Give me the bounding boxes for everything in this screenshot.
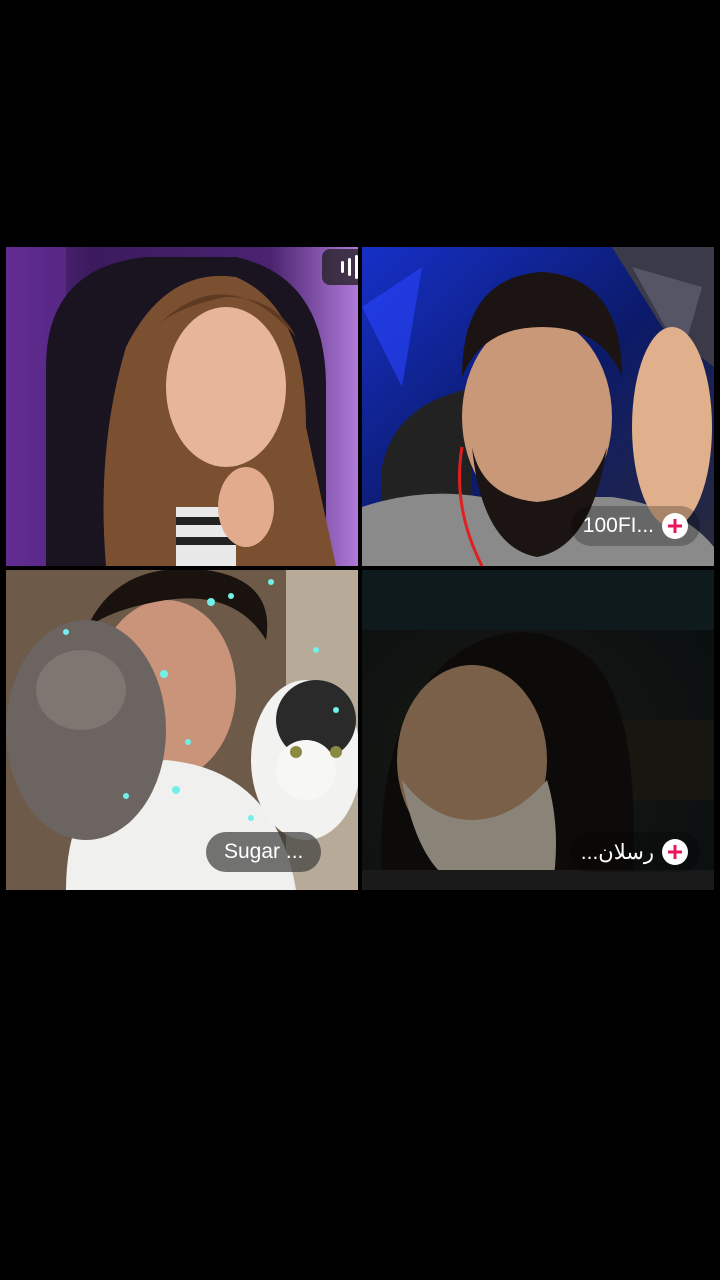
participant-name-pill-2[interactable]: 100FI... [570, 506, 700, 546]
plus-circle-icon[interactable] [662, 513, 688, 539]
participant-tile-1[interactable] [6, 247, 358, 566]
participant-tile-4[interactable]: رسلان... [362, 570, 714, 890]
participant-name-pill-4[interactable]: رسلان... [568, 832, 700, 872]
participant-name-2: 100FI... [582, 514, 654, 537]
participant-video-1 [6, 247, 358, 566]
audio-level-icon [322, 249, 358, 285]
video-call-grid: 100FI... Sugar ... رسلان... [6, 247, 714, 890]
participant-tile-2[interactable]: 100FI... [362, 247, 714, 566]
participant-name-4: رسلان... [580, 840, 654, 864]
participant-tile-3[interactable]: Sugar ... [6, 570, 358, 890]
plus-circle-icon[interactable] [662, 839, 688, 865]
participant-name-pill-3[interactable]: Sugar ... [206, 832, 322, 872]
participant-name-3: Sugar ... [224, 840, 304, 863]
